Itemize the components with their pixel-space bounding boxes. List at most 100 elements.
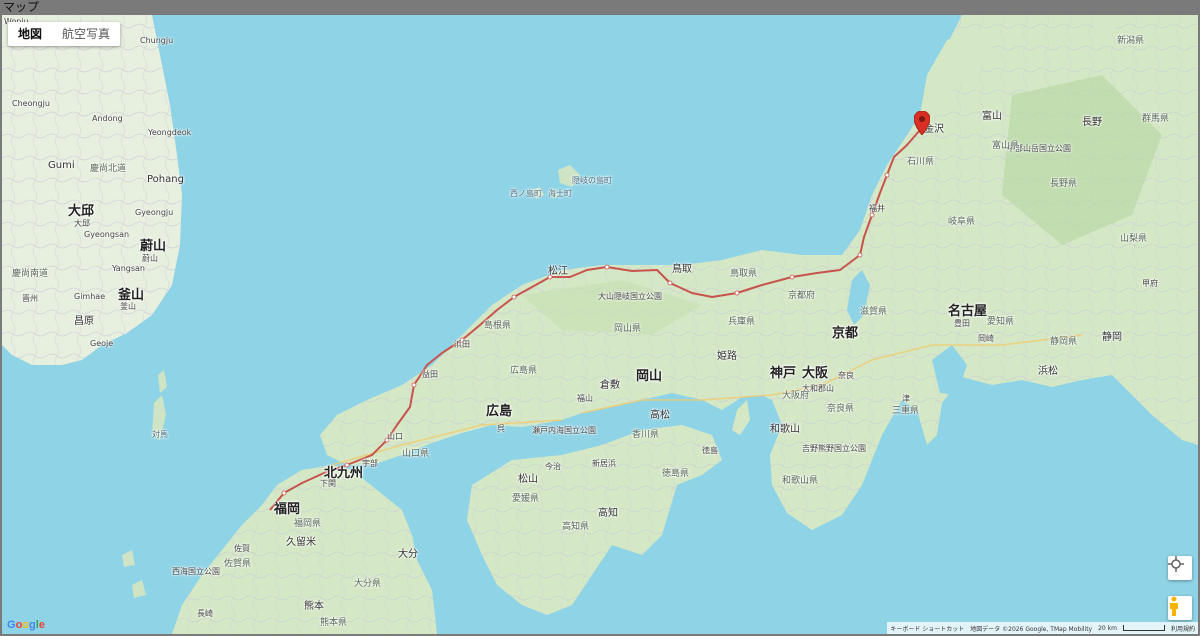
- city-label: 甲府: [1142, 279, 1158, 288]
- pref-label: 大分県: [354, 579, 382, 589]
- terms-link[interactable]: 利用規約: [1171, 624, 1195, 633]
- city-label: 奈良: [838, 371, 854, 380]
- city-label: 徳島: [702, 446, 718, 455]
- city-label: 下関: [320, 479, 336, 488]
- scale-bar: [1122, 625, 1165, 631]
- city-label: 久留米: [286, 537, 316, 548]
- pref-label: 大阪府: [782, 391, 810, 401]
- city-label: Gyeongju: [135, 208, 174, 217]
- map-canvas[interactable]: Wonju Chungju Cheongju Gumi Pohang Andon…: [2, 15, 1198, 634]
- pref-label: 愛知県: [987, 317, 1015, 327]
- korea-landmass: [2, 15, 182, 365]
- city-label: Gyeongsan: [84, 230, 130, 239]
- scale-label[interactable]: 20 km: [1098, 625, 1117, 632]
- city-label: 大邱: [74, 219, 90, 228]
- window-title: マップ: [0, 0, 1200, 15]
- map-type-control: 地図 航空写真: [8, 22, 121, 46]
- target-icon: [1168, 556, 1184, 572]
- city-label: 静岡: [1102, 332, 1122, 343]
- city-label: 蔚山: [142, 254, 158, 263]
- map-type-map-button[interactable]: 地図: [8, 22, 52, 46]
- city-label: 津: [902, 394, 910, 403]
- pref-label: 熊本県: [320, 618, 348, 628]
- pref-label: 富山県: [992, 141, 1020, 151]
- google-logo: Google: [7, 619, 45, 631]
- pref-label: 佐賀県: [224, 559, 252, 569]
- shikoku-landmass: [467, 425, 722, 615]
- city-label: 福山: [577, 394, 593, 403]
- park-label: 瀬戸内海国立公園: [532, 426, 596, 435]
- city-label: Yangsan: [112, 264, 145, 273]
- pref-label: 島根県: [484, 321, 512, 331]
- pref-label: 群馬県: [1142, 114, 1170, 124]
- park-label: 西海国立公園: [172, 567, 220, 576]
- pref-label: 高知県: [562, 522, 590, 532]
- city-label: 新居浜: [592, 459, 616, 468]
- map-geography: [2, 15, 1198, 634]
- city-label: 福岡: [274, 502, 301, 517]
- pref-label: 滋賀県: [860, 307, 888, 317]
- city-label: 山口: [387, 432, 403, 441]
- attribution-bar: キーボード ショートカット 地図データ ©2026 Google, TMap M…: [887, 622, 1198, 634]
- pref-label: 新潟県: [1117, 36, 1145, 46]
- pref-label: 静岡県: [1050, 337, 1078, 347]
- city-label: 富山: [982, 111, 1002, 122]
- city-label: 長野: [1082, 117, 1102, 128]
- city-label: 大阪: [802, 366, 829, 381]
- region-label: 慶尚北道: [90, 164, 127, 174]
- city-label: 神戸: [770, 366, 797, 381]
- pref-label: 長野県: [1050, 179, 1078, 189]
- city-label: 宇部: [362, 459, 378, 468]
- pref-label: 愛媛県: [512, 494, 540, 504]
- pref-label: 山口県: [402, 449, 430, 459]
- pref-label: 岐阜県: [948, 217, 976, 227]
- city-label: 浜田: [454, 340, 470, 349]
- city-label: 昌原: [74, 316, 94, 327]
- city-label: 浜松: [1038, 366, 1058, 377]
- locate-button[interactable]: [1168, 556, 1192, 580]
- city-label: 松山: [518, 474, 538, 485]
- pref-label: 山梨県: [1120, 234, 1148, 244]
- map-data-text: 地図データ ©2026 Google, TMap Mobility: [970, 625, 1093, 633]
- city-label: 岡山: [636, 369, 663, 384]
- city-label: 釜山: [120, 302, 136, 311]
- city-label: 姫路: [717, 351, 737, 362]
- city-label: 釜山: [118, 288, 145, 303]
- pref-label: 岡山県: [614, 324, 642, 334]
- city-label: 大分: [398, 549, 418, 560]
- city-label: Andong: [92, 114, 123, 123]
- pref-label: 三重県: [892, 406, 920, 416]
- pref-label: 兵庫県: [728, 317, 756, 327]
- map-window: マップ Chungju Cheongju Gumi Pohang Andong …: [0, 0, 1200, 636]
- city-label: 蔚山: [140, 239, 167, 254]
- island-label: 隠岐の島町: [572, 176, 612, 185]
- city-label: 和歌山: [770, 424, 800, 435]
- city-label: 岡崎: [978, 334, 994, 343]
- keyboard-shortcuts-link[interactable]: キーボード ショートカット: [890, 624, 964, 633]
- city-label: Pohang: [147, 174, 184, 185]
- park-label: 吉野熊野国立公園: [802, 444, 866, 453]
- city-label: 長崎: [197, 609, 213, 618]
- street-view-button[interactable]: [1168, 596, 1192, 620]
- city-label: Gimhae: [74, 292, 106, 301]
- city-label: 広島: [486, 404, 513, 419]
- map-type-satellite-button[interactable]: 航空写真: [52, 22, 120, 46]
- island-label: 対馬: [152, 430, 168, 439]
- city-label: 益田: [422, 370, 438, 379]
- city-label: 佐賀: [234, 544, 250, 553]
- city-label: 鳥取: [672, 264, 692, 275]
- city-label: 高知: [598, 508, 618, 519]
- pegman-icon: [1170, 596, 1178, 616]
- pref-label: 香川県: [632, 430, 660, 440]
- city-label: 高松: [650, 410, 670, 421]
- city-label: 呉: [497, 424, 505, 433]
- pref-label: 鳥取県: [730, 269, 758, 279]
- pref-label: 京都府: [788, 291, 816, 301]
- park-label: 大山隠岐国立公園: [598, 292, 662, 301]
- region-label: 慶尚南道: [12, 269, 49, 279]
- city-label: 熊本: [304, 601, 324, 612]
- pref-label: 和歌山県: [782, 476, 819, 486]
- city-label: Gumi: [48, 160, 75, 171]
- pref-label: 福岡県: [294, 519, 322, 529]
- city-label: 名古屋: [948, 304, 988, 319]
